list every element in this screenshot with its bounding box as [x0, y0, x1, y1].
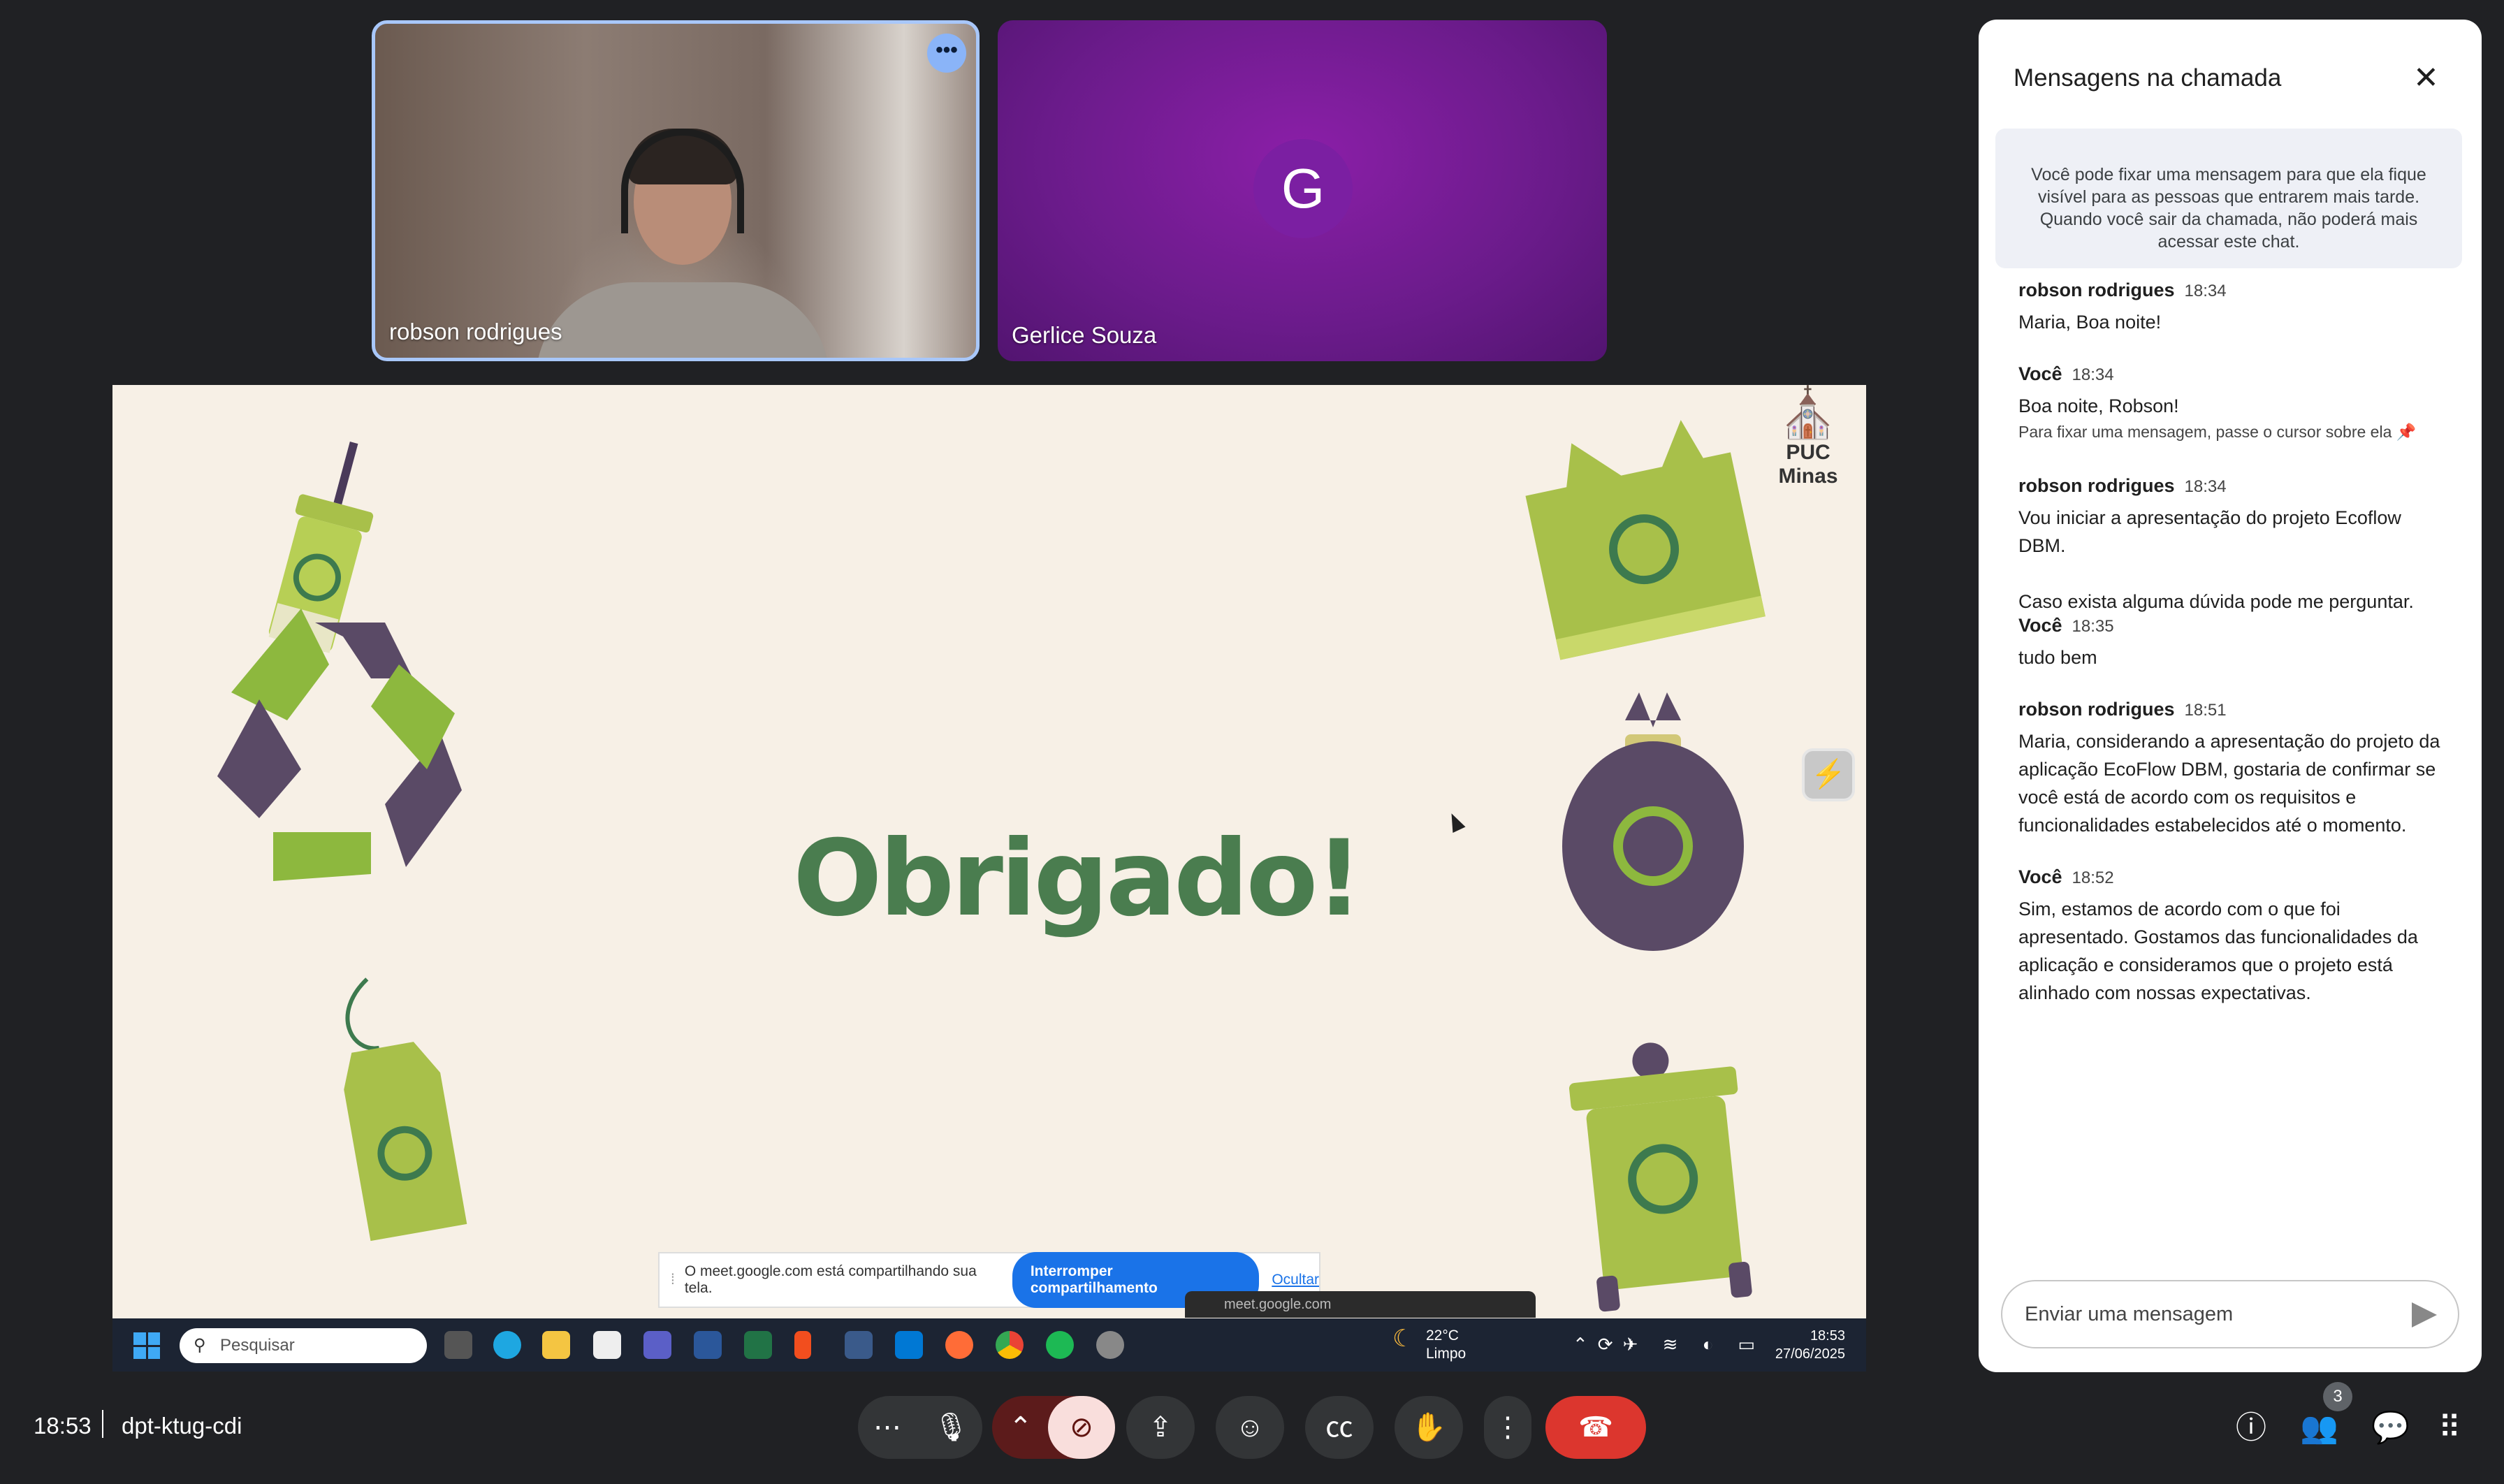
chat-message: Você 18:35 tudo bem [2018, 615, 2452, 671]
people-count-badge: 3 [2323, 1382, 2352, 1411]
weather-widget[interactable]: ☾ 22°C Limpo [1392, 1327, 1466, 1363]
message-sender: Você [2018, 615, 2062, 636]
settings-app-icon[interactable] [1096, 1331, 1124, 1359]
message-text: Maria, Boa noite! [2018, 312, 2162, 333]
close-icon[interactable]: ✕ [2413, 63, 2439, 94]
chat-title: Mensagens na chamada [2014, 64, 2282, 92]
chat-icon[interactable]: 💬 [2371, 1407, 2410, 1449]
message-sender: Você [2018, 363, 2062, 384]
message-time: 18:35 [2072, 617, 2114, 636]
more-options-icon[interactable]: ••• [927, 34, 966, 73]
more-audio-options-icon[interactable]: ⋯ [873, 1396, 901, 1459]
browser-url-chip: meet.google.com [1185, 1291, 1536, 1318]
spotify-app-icon[interactable] [1046, 1331, 1074, 1359]
camera-off-icon[interactable]: ⊘ [1048, 1396, 1115, 1459]
windows-start-icon[interactable] [133, 1332, 160, 1359]
participant-name: Gerlice Souza [1012, 322, 1157, 348]
divider [102, 1410, 103, 1438]
participant-video-body [536, 282, 829, 358]
excel-app-icon[interactable] [744, 1331, 772, 1359]
apps-grid-icon[interactable]: ⠿ [2438, 1407, 2461, 1449]
search-icon: ⚲ [194, 1336, 206, 1355]
taskbar-clock[interactable]: 18:53 27/06/2025 [1775, 1327, 1845, 1363]
message-time: 18:52 [2072, 868, 2114, 887]
edge-app-icon[interactable] [493, 1331, 521, 1359]
message-text: Boa noite, Robson! [2018, 395, 2179, 416]
bag-illustration [1525, 420, 1766, 660]
pin-hint: Para fixar uma mensagem, passe o cursor … [2018, 423, 2417, 441]
database-app-icon[interactable] [845, 1331, 873, 1359]
end-call-icon[interactable]: ☎ [1545, 1396, 1646, 1459]
chevron-up-icon[interactable]: ⌃ [1009, 1396, 1033, 1459]
message-text: Maria, considerando a apresentação do pr… [2018, 731, 2440, 836]
tag-illustration [344, 977, 467, 1242]
teams-app-icon[interactable] [643, 1331, 671, 1359]
taskview-app-icon[interactable] [444, 1331, 472, 1359]
mic-icon[interactable]: 🎙 [933, 1396, 969, 1459]
participant-tile-robson[interactable]: ••• robson rodrigues [372, 20, 980, 361]
cup-illustration [268, 442, 374, 653]
message-time: 18:34 [2184, 282, 2227, 300]
hide-share-bar-link[interactable]: Ocultar [1272, 1272, 1319, 1288]
pin-notice: Você pode fixar uma mensagem para que el… [1995, 129, 2462, 268]
chat-panel: Mensagens na chamada ✕ Você pode fixar u… [1979, 20, 2482, 1372]
raise-hand-icon[interactable]: ✋ [1395, 1396, 1463, 1459]
chat-message: robson rodrigues 18:34 Vou iniciar a apre… [2018, 475, 2452, 616]
figma-app-icon[interactable] [794, 1331, 811, 1359]
chat-message-input[interactable]: Enviar uma mensagem [2001, 1280, 2459, 1348]
word-app-icon[interactable] [694, 1331, 722, 1359]
moon-icon: ☾ [1392, 1325, 1414, 1352]
people-icon[interactable]: 👥 [2300, 1407, 2338, 1449]
camera-control-group: ⌃ ⊘ [992, 1396, 1115, 1459]
message-sender: robson rodrigues [2018, 699, 2175, 720]
presentation-slide: ⛪ PUC Minas Obrigado! ⚡ [112, 385, 1866, 1318]
system-tray-icons[interactable]: ⌃⟳✈ ≋ ◐ ▭ [1573, 1334, 1765, 1355]
mic-control-group: ⋯ 🎙 [858, 1396, 982, 1459]
captions-icon[interactable]: ㏄ [1305, 1396, 1374, 1459]
participant-tile-gerlice[interactable]: G Gerlice Souza [998, 20, 1607, 361]
explorer-app-icon[interactable] [542, 1331, 570, 1359]
taskbar-search[interactable]: ⚲ Pesquisar [180, 1328, 427, 1363]
more-vertical-icon[interactable]: ⋮ [1484, 1396, 1531, 1459]
store-app-icon[interactable] [593, 1331, 621, 1359]
message-sender: Você [2018, 866, 2062, 887]
message-text: Sim, estamos de acordo com o que foi apr… [2018, 899, 2418, 1003]
message-time: 18:34 [2184, 477, 2227, 496]
puc-logo: ⛪ PUC Minas [1756, 385, 1861, 488]
meeting-code: dpt-ktug-cdi [122, 1413, 242, 1439]
drag-handle-icon[interactable]: ⁞ [671, 1272, 675, 1288]
share-message: O meet.google.com está compartilhando su… [684, 1263, 977, 1296]
participant-name: robson rodrigues [389, 319, 562, 344]
meeting-clock: 18:53 [34, 1413, 92, 1439]
slide-title: Obrigado! [793, 818, 1363, 940]
chat-message: Você 18:52 Sim, estamos de acordo com o q… [2018, 866, 2452, 1007]
present-screen-icon[interactable]: ⇪ [1126, 1396, 1195, 1459]
send-icon[interactable] [2412, 1302, 2437, 1327]
vscode-app-icon[interactable] [895, 1331, 923, 1359]
chat-message: robson rodrigues 18:51 Maria, considerand… [2018, 699, 2452, 839]
message-sender: robson rodrigues [2018, 279, 2175, 300]
message-text: Caso exista alguma dúvida pode me pergun… [2018, 591, 2414, 612]
message-text: Vou iniciar a apresentação do projeto Ec… [2018, 507, 2401, 556]
emoji-icon[interactable]: ☺ [1216, 1396, 1284, 1459]
slide-action-button[interactable]: ⚡ [1802, 748, 1855, 801]
message-time: 18:34 [2072, 365, 2114, 384]
windows-taskbar: ⚲ Pesquisar ☾ 22°C Limpo ⌃⟳✈ ≋ ◐ ▭ 18:53… [112, 1318, 1866, 1372]
postman-app-icon[interactable] [945, 1331, 973, 1359]
avatar: G [1253, 139, 1353, 238]
bin-illustration [1568, 1042, 1752, 1312]
message-text: tudo bem [2018, 647, 2097, 668]
chat-message: robson rodrigues 18:34 Maria, Boa noite! [2018, 279, 2452, 336]
crest-icon: ⛪ [1777, 386, 1839, 440]
chat-message: Você 18:34 Boa noite, Robson! Para fixar … [2018, 363, 2452, 442]
chrome-app-icon[interactable] [996, 1331, 1024, 1359]
message-time: 18:51 [2184, 701, 2227, 720]
pin-icon: 📌 [2396, 423, 2417, 441]
message-sender: robson rodrigues [2018, 475, 2175, 496]
info-icon[interactable]: ⓘ [2236, 1407, 2266, 1449]
